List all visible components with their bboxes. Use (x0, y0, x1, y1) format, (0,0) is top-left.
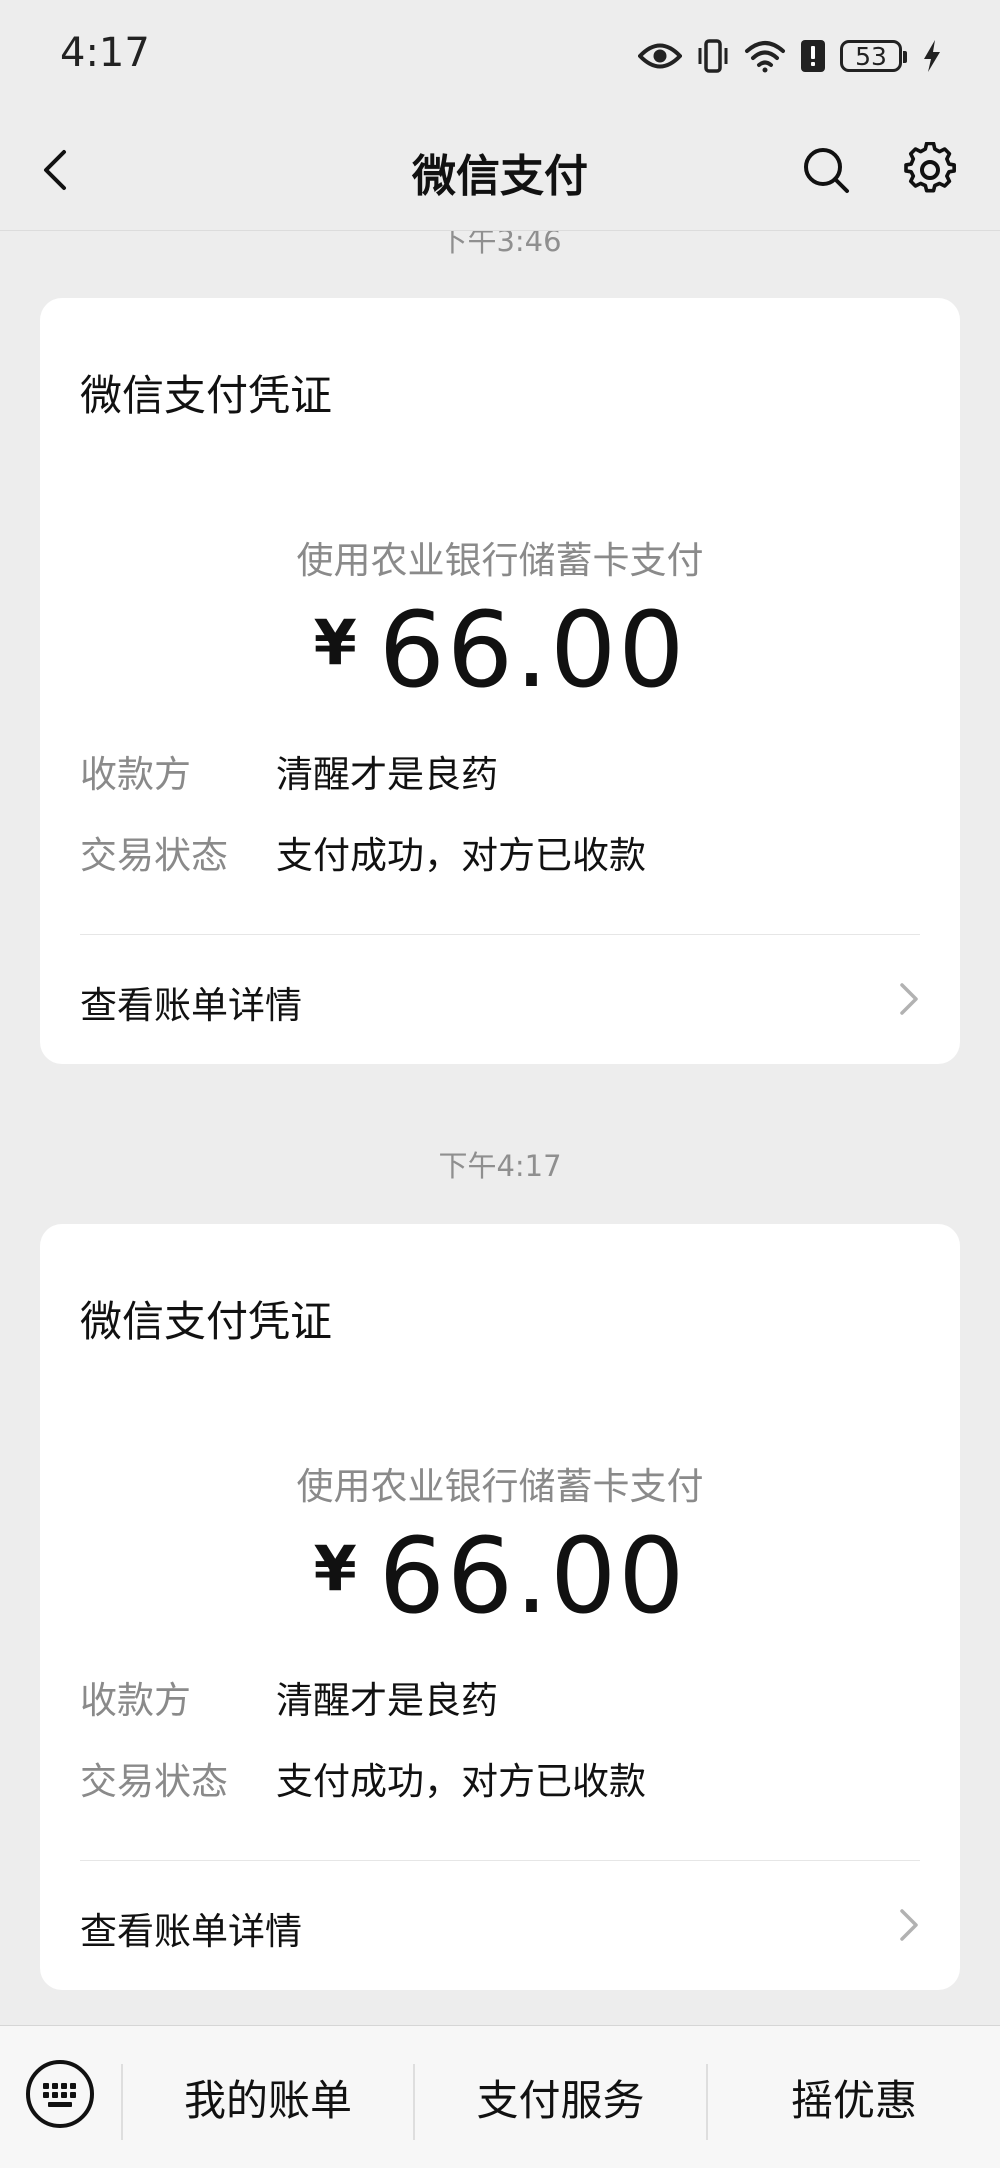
chevron-right-icon (894, 1905, 924, 1945)
view-bill-details-link[interactable]: 查看账单详情 (40, 935, 960, 1064)
charging-icon (916, 39, 942, 73)
bottom-menu-bar: 我的账单 支付服务 摇优惠 (0, 2025, 1000, 2168)
wifi-icon (744, 39, 786, 73)
status-label: 交易状态 (80, 1760, 228, 1803)
eye-icon (638, 41, 682, 71)
payment-method: 使用农业银行储蓄卡支付 (296, 1465, 704, 1508)
status-value: 支付成功，对方已收款 (276, 834, 646, 877)
menu-item-payment-services[interactable]: 支付服务 (415, 2026, 706, 2168)
status-bar: 4:17 53 (0, 0, 1000, 110)
amount-value: 66.00 (378, 589, 687, 711)
payment-receipt-card[interactable]: 微信支付凭证 使用农业银行储蓄卡支付 ¥66.00 收款方 清醒才是良药 交易状… (40, 1224, 960, 1990)
currency-symbol: ¥ (313, 1532, 357, 1605)
battery-icon: 53 (840, 40, 907, 72)
status-icons: 53 (638, 34, 942, 78)
message-timestamp: 下午4:17 (438, 1149, 562, 1183)
currency-symbol: ¥ (313, 606, 357, 679)
vibrate-icon (696, 38, 730, 74)
payee-value: 清醒才是良药 (276, 1679, 498, 1722)
payee-label: 收款方 (80, 1679, 191, 1722)
status-time: 4:17 (60, 30, 150, 76)
menu-item-shake-deals[interactable]: 摇优惠 (708, 2026, 1000, 2168)
nav-bar: 微信支付 (0, 110, 1000, 231)
payment-method: 使用农业银行储蓄卡支付 (296, 539, 704, 582)
status-row: 交易状态 支付成功，对方已收款 (80, 1751, 646, 1805)
chevron-right-icon (894, 979, 924, 1019)
payee-row: 收款方 清醒才是良药 (80, 744, 498, 798)
status-row: 交易状态 支付成功，对方已收款 (80, 825, 646, 879)
menu-item-my-bills[interactable]: 我的账单 (123, 2026, 413, 2168)
view-bill-details-label: 查看账单详情 (80, 984, 302, 1027)
payee-value: 清醒才是良药 (276, 753, 498, 796)
search-icon[interactable] (800, 144, 852, 196)
receipt-title: 微信支付凭证 (80, 371, 333, 420)
gear-icon[interactable] (902, 141, 958, 198)
alert-icon (800, 39, 826, 73)
receipt-title: 微信支付凭证 (80, 1297, 333, 1346)
view-bill-details-link[interactable]: 查看账单详情 (40, 1861, 960, 1990)
payee-label: 收款方 (80, 753, 191, 796)
payment-amount: ¥66.00 (40, 598, 960, 702)
view-bill-details-label: 查看账单详情 (80, 1910, 302, 1953)
status-label: 交易状态 (80, 834, 228, 877)
keyboard-icon[interactable] (24, 2058, 96, 2130)
status-value: 支付成功，对方已收款 (276, 1760, 646, 1803)
payment-amount: ¥66.00 (40, 1524, 960, 1628)
payee-row: 收款方 清醒才是良药 (80, 1670, 498, 1724)
amount-value: 66.00 (378, 1515, 687, 1637)
payment-receipt-card[interactable]: 微信支付凭证 使用农业银行储蓄卡支付 ¥66.00 收款方 清醒才是良药 交易状… (40, 298, 960, 1064)
